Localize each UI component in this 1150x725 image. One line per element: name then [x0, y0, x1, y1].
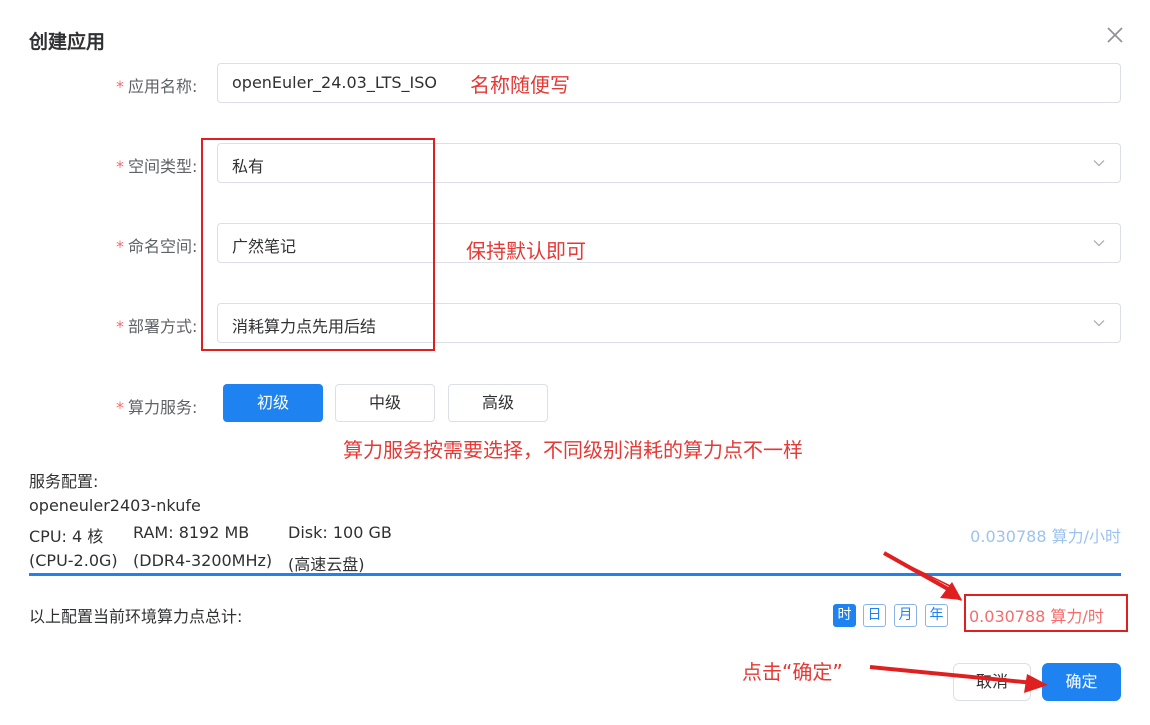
cpu-detail: (CPU-2.0G) — [29, 551, 118, 570]
required-star: * — [116, 77, 124, 96]
confirm-button[interactable]: 确定 — [1042, 663, 1121, 701]
deploy-mode-label: * 部署方式: — [116, 317, 198, 336]
chevron-down-icon — [1093, 320, 1105, 327]
ram-detail: (DDR4-3200MHz) — [133, 551, 273, 570]
click-annotation: 点击“确定” — [742, 660, 843, 684]
service-advanced-button[interactable]: 高级 — [448, 384, 548, 422]
app-name-label: * 应用名称: — [116, 77, 198, 96]
cpu-spec: CPU: 4 核 — [29, 527, 104, 546]
config-underline — [29, 573, 1121, 576]
disk-spec: Disk: 100 GB — [288, 523, 392, 542]
required-star: * — [116, 157, 124, 176]
total-rate: 0.030788 算力/时 — [969, 607, 1104, 626]
service-config-heading: 服务配置: — [29, 472, 99, 491]
cancel-button[interactable]: 取消 — [953, 663, 1031, 701]
name-annotation: 名称随便写 — [470, 73, 570, 97]
period-month-tag[interactable]: 月 — [894, 604, 917, 627]
summary-label: 以上配置当前环境算力点总计: — [29, 607, 243, 626]
close-icon[interactable] — [1104, 24, 1126, 46]
required-star: * — [116, 237, 124, 256]
arrow-to-total — [883, 551, 962, 601]
period-day-tag[interactable]: 日 — [863, 604, 886, 627]
period-hour-tag[interactable]: 时 — [833, 604, 856, 627]
chevron-down-icon — [1093, 240, 1105, 247]
service-rate: 0.030788 算力/小时 — [970, 527, 1121, 546]
default-highlight-box — [201, 138, 435, 351]
chevron-down-icon — [1093, 160, 1105, 167]
required-star: * — [116, 317, 124, 336]
period-year-tag[interactable]: 年 — [925, 604, 948, 627]
disk-detail: (高速云盘) — [288, 555, 365, 574]
space-type-label: * 空间类型: — [116, 157, 198, 176]
service-annotation: 算力服务按需要选择，不同级别消耗的算力点不一样 — [343, 438, 803, 462]
required-star: * — [116, 398, 124, 417]
service-config-name: openeuler2403-nkufe — [29, 496, 201, 515]
app-name-input[interactable]: openEuler_24.03_LTS_ISO — [217, 63, 1121, 103]
create-app-dialog: 创建应用 * 应用名称: openEuler_24.03_LTS_ISO 名称随便… — [0, 0, 1150, 725]
service-medium-button[interactable]: 中级 — [335, 384, 435, 422]
compute-service-label: * 算力服务: — [116, 398, 198, 417]
ram-spec: RAM: 8192 MB — [133, 523, 250, 542]
dialog-title: 创建应用 — [29, 31, 106, 53]
app-name-value: openEuler_24.03_LTS_ISO — [232, 73, 437, 92]
namespace-label: * 命名空间: — [116, 237, 198, 256]
service-basic-button[interactable]: 初级 — [223, 384, 323, 422]
default-annotation: 保持默认即可 — [466, 239, 586, 263]
